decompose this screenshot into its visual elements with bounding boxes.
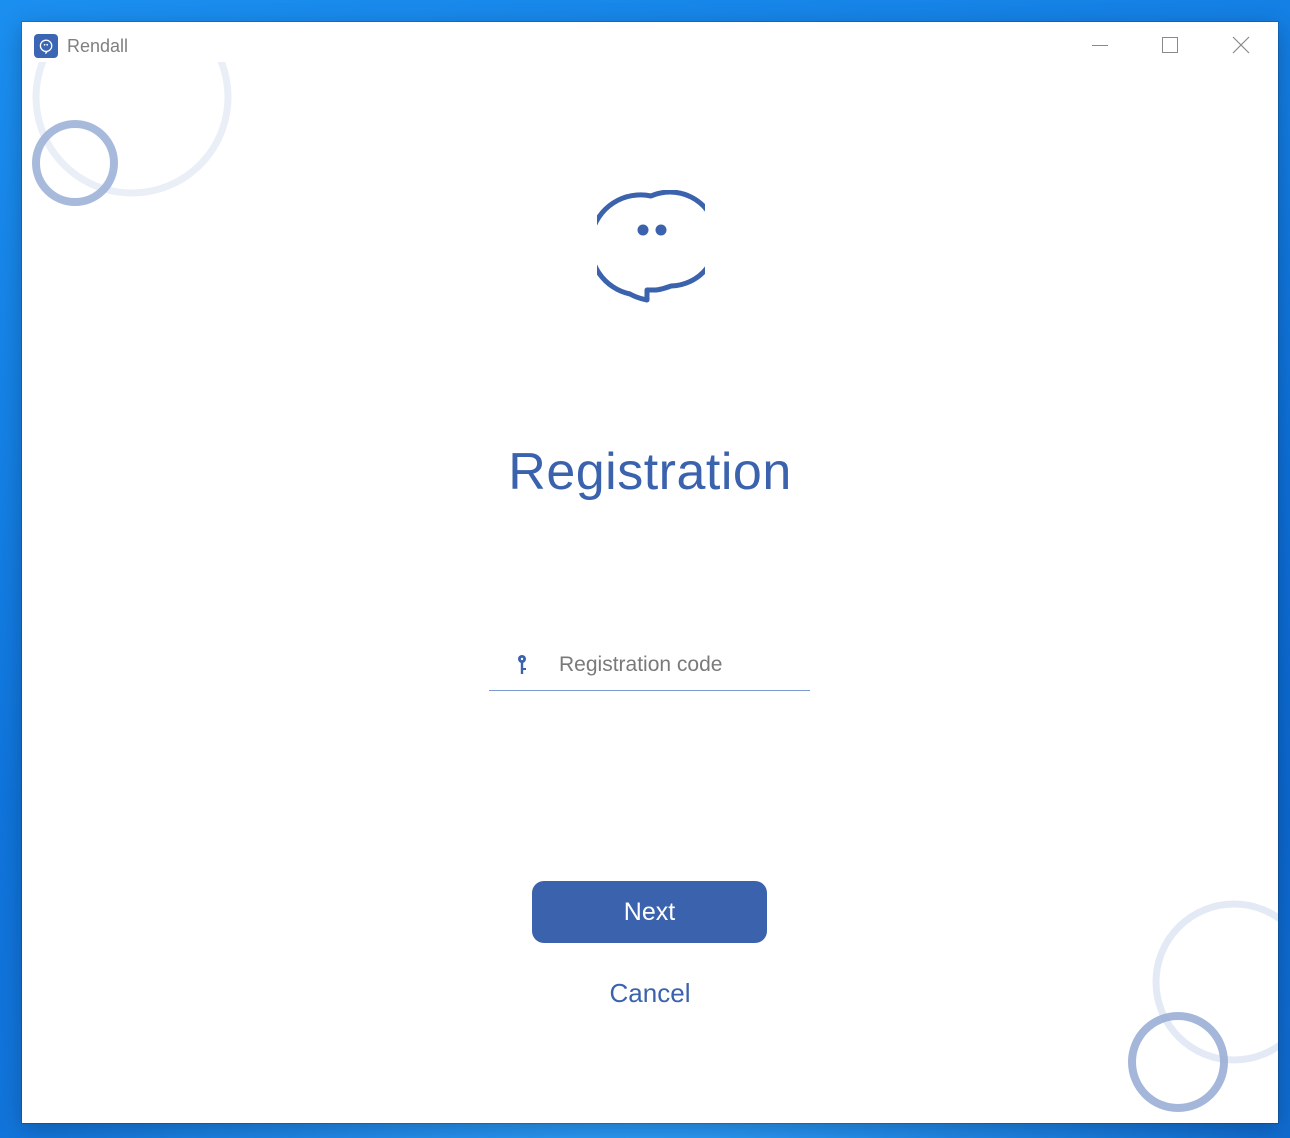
maximize-button[interactable] — [1135, 22, 1205, 68]
close-icon — [1232, 36, 1250, 54]
decorative-circles-bottom-right — [1128, 900, 1278, 1112]
registration-code-input[interactable] — [559, 648, 804, 682]
cancel-link[interactable]: Cancel — [550, 973, 750, 1013]
minimize-button[interactable] — [1065, 22, 1135, 68]
decorative-circles-top-left — [32, 62, 232, 206]
title-bar: Rendall — [22, 22, 1278, 70]
maximize-icon — [1162, 37, 1178, 53]
close-button[interactable] — [1206, 22, 1276, 68]
chat-bubble-logo-icon — [597, 190, 705, 303]
page-title: Registration — [508, 443, 792, 501]
registration-code-field — [489, 644, 810, 691]
window-title: Rendall — [67, 36, 129, 56]
next-button[interactable]: Next — [532, 881, 767, 943]
app-window: Rendall Registration Registration code N… — [22, 22, 1278, 1123]
rendall-logo-icon — [34, 34, 58, 58]
key-icon — [518, 655, 526, 674]
minimize-icon — [1092, 45, 1108, 46]
